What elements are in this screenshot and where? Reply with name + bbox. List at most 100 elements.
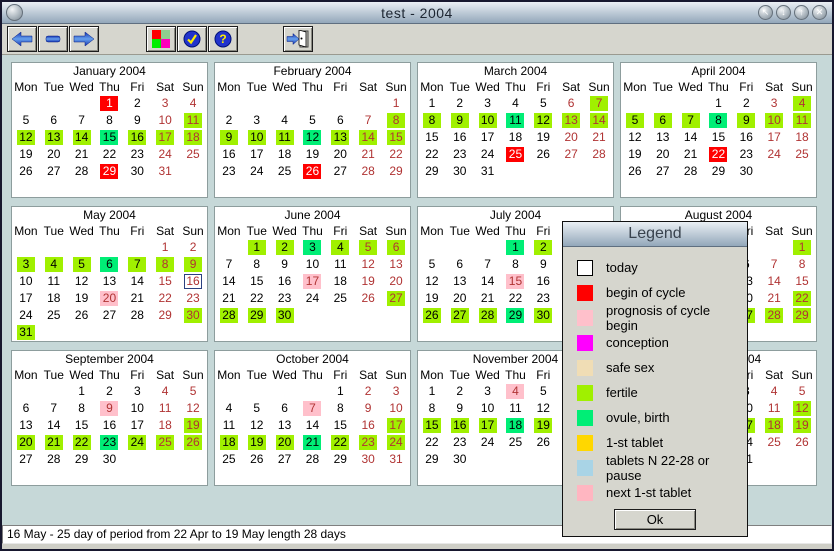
day-cell[interactable]: 7 [220,257,238,272]
day-cell[interactable]: 28 [359,164,377,179]
day-cell[interactable]: 22 [423,435,441,450]
day-cell[interactable]: 19 [534,418,552,433]
day-cell[interactable]: 10 [17,274,35,289]
day-cell[interactable]: 15 [248,274,266,289]
day-cell[interactable]: 14 [45,418,63,433]
day-cell[interactable]: 9 [220,130,238,145]
day-cell[interactable]: 12 [626,130,644,145]
day-cell[interactable]: 3 [303,240,321,255]
day-cell[interactable]: 19 [359,274,377,289]
day-cell[interactable]: 28 [682,164,700,179]
day-cell[interactable]: 8 [248,257,266,272]
day-cell[interactable]: 23 [100,435,118,450]
day-cell[interactable]: 18 [184,130,202,145]
day-cell[interactable]: 27 [562,147,580,162]
day-cell[interactable]: 17 [17,291,35,306]
day-cell[interactable]: 17 [387,418,405,433]
day-cell[interactable]: 16 [359,418,377,433]
day-cell[interactable]: 6 [451,257,469,272]
day-cell[interactable]: 8 [73,401,91,416]
day-cell[interactable]: 14 [303,418,321,433]
day-cell[interactable]: 8 [709,113,727,128]
day-cell[interactable]: 18 [156,418,174,433]
day-cell[interactable]: 24 [479,435,497,450]
day-cell[interactable]: 14 [682,130,700,145]
day-cell[interactable]: 4 [220,401,238,416]
day-cell[interactable]: 1 [423,96,441,111]
day-cell[interactable]: 28 [479,308,497,323]
day-cell[interactable]: 24 [765,147,783,162]
day-cell[interactable]: 4 [276,113,294,128]
day-cell[interactable]: 27 [387,291,405,306]
day-cell[interactable]: 17 [248,147,266,162]
day-cell[interactable]: 11 [276,130,294,145]
day-cell[interactable]: 21 [73,147,91,162]
day-cell[interactable]: 2 [220,113,238,128]
day-cell[interactable]: 3 [479,384,497,399]
day-cell[interactable]: 12 [303,130,321,145]
day-cell[interactable]: 23 [534,291,552,306]
day-cell[interactable]: 1 [506,240,524,255]
day-cell[interactable]: 17 [156,130,174,145]
day-cell[interactable]: 11 [793,113,811,128]
day-cell[interactable]: 8 [331,401,349,416]
day-cell[interactable]: 8 [100,113,118,128]
day-cell[interactable]: 29 [793,308,811,323]
day-cell[interactable]: 14 [479,274,497,289]
day-cell[interactable]: 5 [534,96,552,111]
day-cell[interactable]: 20 [654,147,672,162]
day-cell[interactable]: 6 [276,401,294,416]
day-cell[interactable]: 21 [45,435,63,450]
day-cell[interactable]: 9 [451,401,469,416]
day-cell[interactable]: 8 [793,257,811,272]
day-cell[interactable]: 30 [276,308,294,323]
day-cell[interactable]: 17 [765,130,783,145]
day-cell[interactable]: 16 [220,147,238,162]
day-cell[interactable]: 2 [100,384,118,399]
day-cell[interactable]: 15 [73,418,91,433]
day-cell[interactable]: 20 [276,435,294,450]
day-cell[interactable]: 11 [765,401,783,416]
day-cell[interactable]: 22 [709,147,727,162]
day-cell[interactable]: 25 [793,147,811,162]
day-cell[interactable]: 15 [709,130,727,145]
day-cell[interactable]: 5 [359,240,377,255]
day-cell[interactable]: 27 [100,308,118,323]
day-cell[interactable]: 24 [248,164,266,179]
check-button[interactable] [177,26,207,52]
day-cell[interactable]: 23 [359,435,377,450]
day-cell[interactable]: 27 [331,164,349,179]
day-cell[interactable]: 6 [17,401,35,416]
day-cell[interactable]: 5 [184,384,202,399]
day-cell[interactable]: 10 [479,401,497,416]
day-cell[interactable]: 1 [156,240,174,255]
day-cell[interactable]: 3 [17,257,35,272]
day-cell[interactable]: 6 [331,113,349,128]
day-cell[interactable]: 23 [451,147,469,162]
day-cell[interactable]: 12 [248,418,266,433]
day-cell[interactable]: 30 [534,308,552,323]
day-cell[interactable]: 30 [451,164,469,179]
day-cell[interactable]: 28 [128,308,146,323]
day-cell[interactable]: 6 [45,113,63,128]
day-cell[interactable]: 12 [17,130,35,145]
day-cell[interactable]: 26 [534,435,552,450]
day-cell[interactable]: 14 [128,274,146,289]
day-cell[interactable]: 7 [682,113,700,128]
day-cell[interactable]: 10 [128,401,146,416]
day-cell[interactable]: 19 [423,291,441,306]
day-cell[interactable]: 13 [387,257,405,272]
day-cell[interactable]: 14 [765,274,783,289]
day-cell[interactable]: 22 [100,147,118,162]
shade-button[interactable]: ↖ [758,5,773,20]
day-cell[interactable]: 29 [709,164,727,179]
day-cell[interactable]: 15 [793,274,811,289]
day-cell[interactable]: 9 [184,257,202,272]
day-cell[interactable]: 26 [248,452,266,467]
day-cell[interactable]: 11 [220,418,238,433]
day-cell[interactable]: 12 [423,274,441,289]
day-cell[interactable]: 21 [303,435,321,450]
day-cell[interactable]: 19 [303,147,321,162]
day-cell[interactable]: 2 [534,240,552,255]
day-cell[interactable]: 22 [423,147,441,162]
